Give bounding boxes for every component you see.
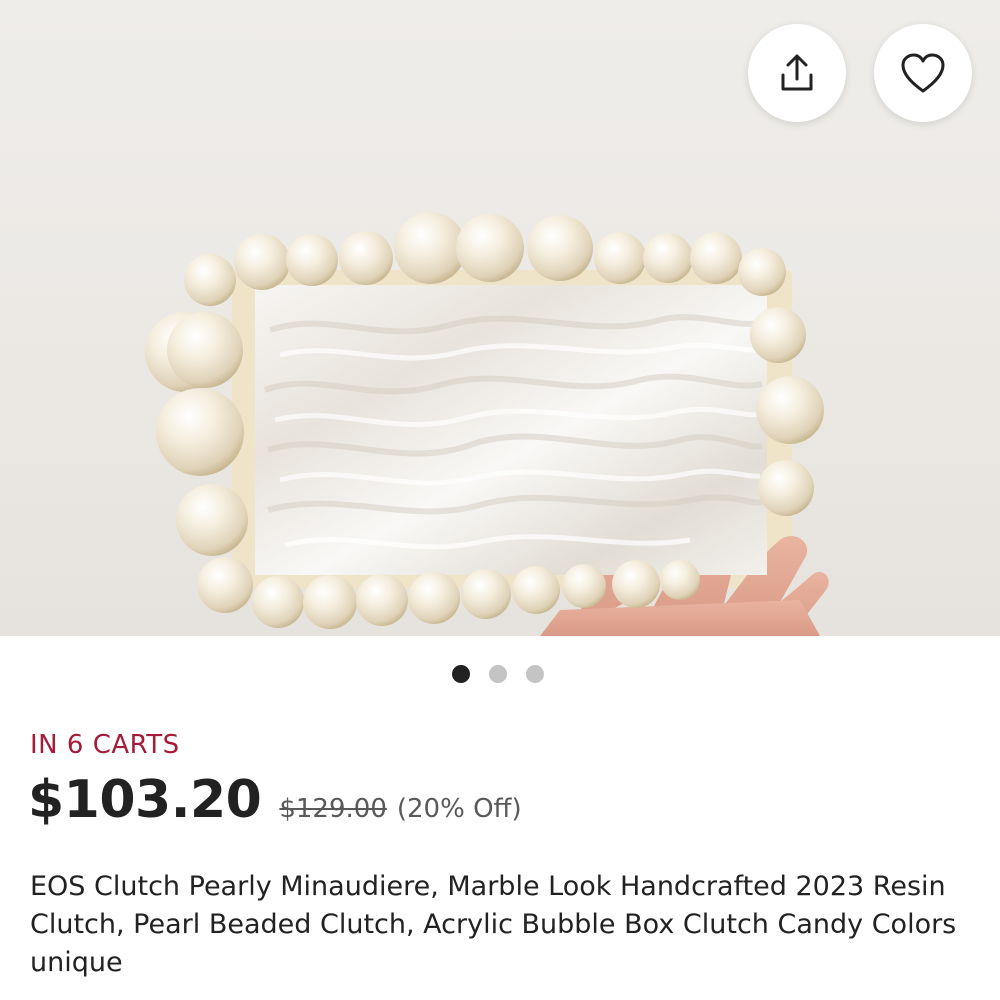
carousel-dot-1[interactable]	[452, 665, 470, 683]
in-carts-badge: IN 6 CARTS	[30, 730, 180, 760]
product-image	[145, 212, 829, 636]
original-price: $129.00	[279, 794, 387, 824]
sale-price: $103.20	[28, 770, 262, 830]
discount-label: (20% Off)	[396, 794, 522, 824]
carousel-indicator	[452, 665, 544, 683]
carousel-dot-2[interactable]	[489, 665, 507, 683]
heart-icon	[901, 53, 945, 93]
product-image-carousel[interactable]	[0, 0, 1000, 636]
price-row: $103.20 $129.00 (20% Off)	[28, 770, 522, 830]
product-title: EOS Clutch Pearly Minaudiere, Marble Loo…	[30, 871, 957, 978]
carousel-dot-3[interactable]	[526, 665, 544, 683]
favorite-button[interactable]	[874, 24, 972, 122]
share-button[interactable]	[748, 24, 846, 122]
share-icon	[781, 54, 813, 91]
